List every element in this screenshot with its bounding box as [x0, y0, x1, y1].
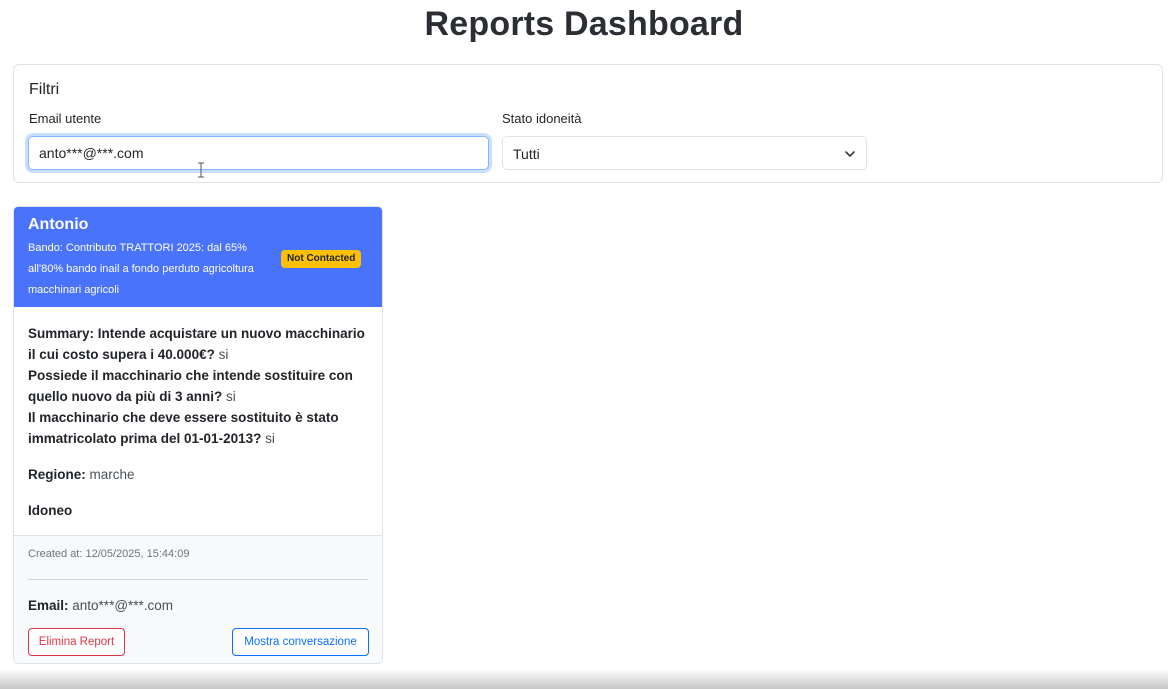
report-user-name: Antonio [28, 216, 89, 233]
region-label: Regione: [28, 467, 86, 482]
report-card: Antonio Bando: Contributo TRATTORI 2025:… [13, 206, 383, 664]
email-label: Email: [28, 598, 69, 613]
filters-panel: Filtri Email utente Stato idoneità Tutti [13, 64, 1163, 183]
show-conversation-button[interactable]: Mostra conversazione [232, 628, 369, 656]
summary-item: Summary: Intende acquistare un nuovo mac… [28, 323, 373, 365]
summary-question: Il macchinario che deve essere sostituit… [28, 410, 339, 446]
footer-divider [28, 579, 368, 580]
report-card-footer: Created at: 12/05/2025, 15:44:09 Email: … [14, 535, 382, 663]
text-cursor-icon [198, 162, 204, 178]
delete-report-button[interactable]: Elimina Report [28, 628, 125, 656]
status-filter-value: Tutti [513, 146, 540, 162]
email-filter-input[interactable] [28, 136, 489, 170]
summary-item: Possiede il macchinario che intende sost… [28, 365, 373, 407]
status-badge: Not Contacted [281, 250, 362, 268]
summary-question: Summary: Intende acquistare un nuovo mac… [28, 326, 365, 362]
report-card-header: Antonio Bando: Contributo TRATTORI 2025:… [14, 207, 382, 307]
status-filter-select[interactable]: Tutti [502, 136, 867, 170]
status-filter-label: Stato idoneità [502, 111, 582, 126]
report-bando: Bando: Contributo TRATTORI 2025: dal 65%… [28, 242, 254, 296]
summary-item: Il macchinario che deve essere sostituit… [28, 407, 373, 449]
summary-answer: si [265, 431, 275, 446]
report-email: Email: anto***@***.com [28, 598, 173, 613]
region-value: marche [89, 467, 135, 482]
summary-question: Possiede il macchinario che intende sost… [28, 368, 353, 404]
email-filter-label: Email utente [29, 111, 102, 126]
eligibility-status: Idoneo [28, 503, 73, 518]
chevron-down-icon [845, 151, 855, 157]
report-summary: Summary: Intende acquistare un nuovo mac… [28, 323, 373, 449]
created-at: Created at: 12/05/2025, 15:44:09 [28, 548, 190, 560]
report-region: Regione: marche [28, 467, 135, 482]
page-title: Reports Dashboard [424, 5, 744, 43]
bottom-shadow [0, 669, 1168, 689]
summary-answer: si [226, 389, 236, 404]
filters-title: Filtri [29, 81, 60, 98]
email-value: anto***@***.com [72, 598, 174, 613]
summary-answer: si [218, 347, 229, 362]
